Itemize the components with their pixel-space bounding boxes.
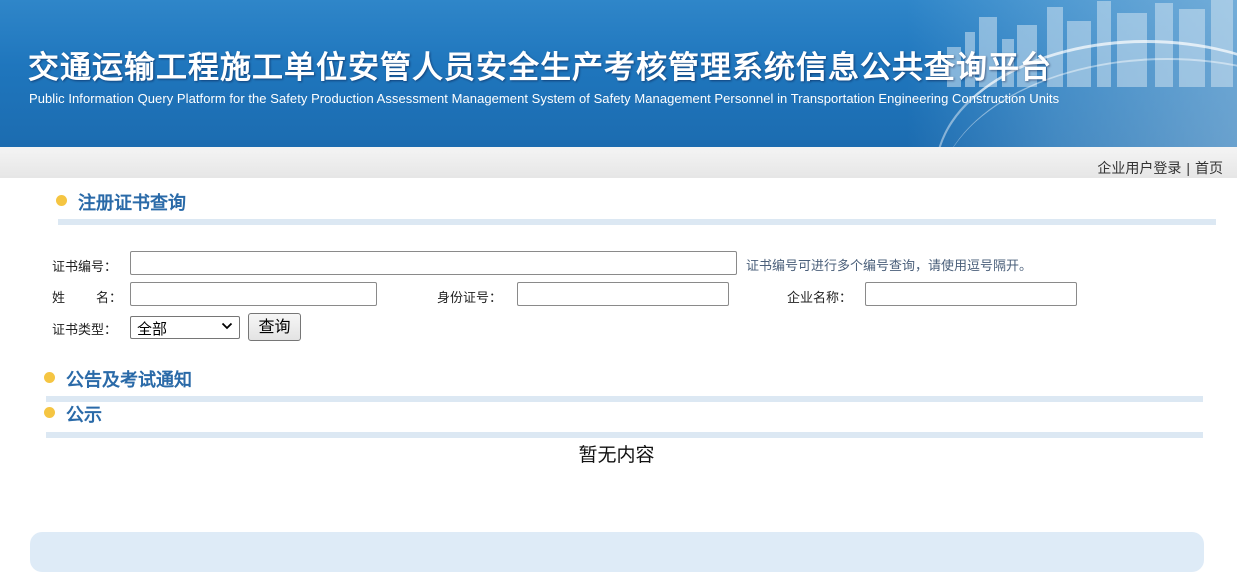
name-input[interactable]: [130, 282, 377, 306]
site-subtitle-english: Public Information Query Platform for th…: [29, 91, 1060, 106]
section-divider: [46, 396, 1203, 402]
name-label-char-1: 姓: [52, 291, 66, 306]
section-title: 公示: [66, 405, 102, 426]
site-title: 交通运输工程施工单位安管人员安全生产考核管理系统信息公共查询平台: [28, 50, 1052, 86]
id-number-label: 身份证号：: [437, 291, 503, 306]
enterprise-login-link[interactable]: 企业用户登录: [1097, 160, 1181, 176]
nav-separator: |: [1186, 160, 1190, 176]
cert-no-hint: 证书编号可进行多个编号查询，请使用逗号隔开。: [746, 259, 1033, 274]
id-number-input[interactable]: [517, 282, 729, 306]
bullet-dot-icon: [44, 407, 55, 418]
cert-type-select[interactable]: 全部: [130, 316, 240, 339]
section-title: 注册证书查询: [78, 193, 186, 214]
top-nav-bar: 企业用户登录 | 首页: [0, 147, 1237, 178]
home-link[interactable]: 首页: [1195, 160, 1223, 176]
company-name-label: 企业名称：: [787, 291, 853, 306]
company-name-input[interactable]: [865, 282, 1077, 306]
bullet-dot-icon: [44, 372, 55, 383]
cert-type-selected-value: 全部: [137, 320, 168, 338]
empty-text: 暂无内容: [578, 444, 655, 466]
header-banner: 交通运输工程施工单位安管人员安全生产考核管理系统信息公共查询平台 Public …: [0, 0, 1237, 147]
cert-no-input[interactable]: [130, 251, 737, 275]
nav-links: 企业用户登录 | 首页: [1097, 158, 1223, 178]
section-title: 公告及考试通知: [66, 370, 192, 391]
empty-content-message: 暂无内容: [0, 440, 1237, 467]
section-divider: [58, 219, 1216, 225]
bullet-dot-icon: [56, 195, 67, 206]
cert-no-label: 证书编号：: [52, 260, 118, 275]
query-button[interactable]: 查询: [248, 313, 301, 341]
name-label-char-2: 名：: [96, 291, 123, 306]
chevron-down-icon: [221, 320, 233, 335]
section-divider: [46, 432, 1203, 438]
cert-type-label: 证书类型：: [52, 323, 118, 338]
footer-panel: [30, 532, 1204, 572]
